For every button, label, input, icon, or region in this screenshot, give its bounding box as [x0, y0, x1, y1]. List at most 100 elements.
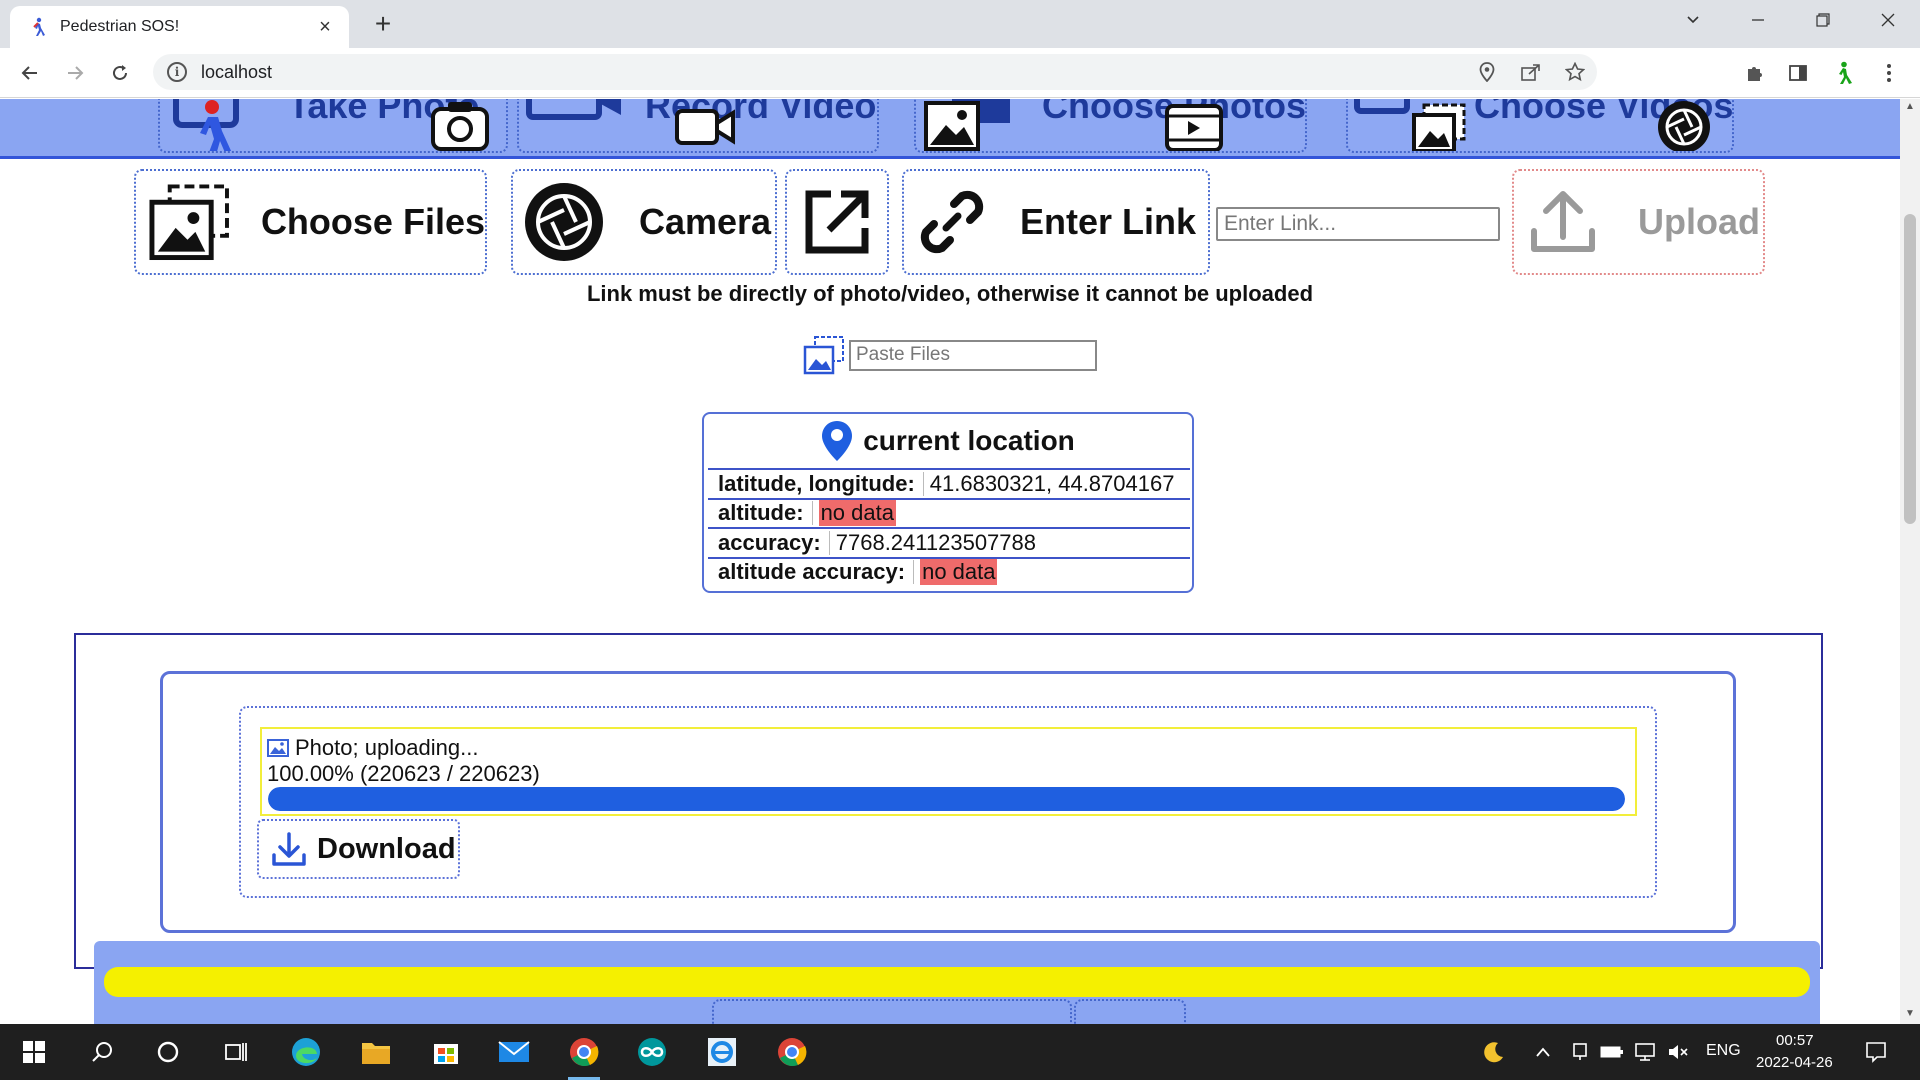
share-icon[interactable]: [1509, 63, 1553, 81]
location-row: altitude : no data: [708, 497, 1190, 528]
enter-link-label: Enter Link: [1020, 201, 1197, 242]
enter-link-button[interactable]: Enter Link: [902, 169, 1210, 275]
location-row: accuracy :7768.241123507788: [708, 527, 1190, 557]
link-chain-icon: [920, 190, 984, 254]
address-url: localhost: [201, 61, 273, 82]
pedestrian-icon: [33, 17, 45, 36]
cortana-icon[interactable]: [148, 1032, 188, 1072]
location-value-missing: no data: [920, 559, 998, 586]
download-label: Download: [317, 832, 456, 865]
tray-chevron-up-icon[interactable]: [1523, 1032, 1563, 1072]
location-row: latitude, longitude :41.6830321, 44.8704…: [708, 468, 1190, 498]
tab-search-icon[interactable]: [1673, 6, 1713, 36]
clock-time[interactable]: 00:57: [1776, 1032, 1814, 1049]
photo-icon: [267, 739, 289, 757]
choose-photos-button[interactable]: Choose Photos: [914, 99, 1307, 153]
upload-progress-text: 100.00% (220623 / 220623): [267, 761, 540, 786]
upload-status-box: Photo; uploading... 100.00% (220623 / 22…: [260, 727, 1637, 816]
open-external-button[interactable]: [785, 169, 889, 275]
microsoft-store-icon[interactable]: [426, 1032, 466, 1072]
language-indicator[interactable]: ENG: [1706, 1042, 1741, 1060]
camera-aperture-icon: [1658, 101, 1710, 151]
bookmark-star-icon[interactable]: [1553, 62, 1597, 82]
location-colon: :: [907, 470, 915, 496]
paste-files-input[interactable]: [849, 339, 1097, 371]
profile-pedestrian-icon[interactable]: [1828, 58, 1858, 88]
internet-explorer-icon[interactable]: [702, 1032, 742, 1072]
forward-button[interactable]: [60, 58, 90, 88]
task-view-icon[interactable]: [216, 1032, 256, 1072]
top-navigation-bar: Take Photo Record Video Choose Photos Ch…: [0, 99, 1900, 159]
gallery-icon: [1412, 103, 1466, 151]
upload-actions: Choose Files Camera Enter Link Enter Lin…: [0, 169, 1900, 275]
location-value: 41.6830321, 44.8704167: [929, 470, 1175, 496]
night-light-moon-icon[interactable]: [1474, 1032, 1514, 1072]
upload-icon: [1531, 191, 1595, 252]
upload-progress-bar: [268, 787, 1625, 811]
bottom-nav-button[interactable]: [1074, 999, 1186, 1024]
location-colon: :: [813, 529, 821, 555]
location-key: accuracy: [718, 529, 814, 555]
link-input[interactable]: [1216, 207, 1500, 241]
back-button[interactable]: [15, 58, 45, 88]
download-icon: [272, 832, 306, 866]
camera-icon: [431, 102, 489, 151]
choose-videos-button[interactable]: Choose Videos: [1346, 99, 1734, 153]
image-icon: [924, 99, 1010, 151]
edge-browser-icon[interactable]: [286, 1032, 326, 1072]
clock-date[interactable]: 2022-04-26: [1756, 1054, 1833, 1071]
scroll-up-arrow-icon[interactable]: ▲: [1900, 101, 1920, 117]
external-link-icon: [805, 190, 869, 254]
mail-icon[interactable]: [494, 1032, 534, 1072]
reload-button[interactable]: [105, 58, 135, 88]
arduino-icon[interactable]: [632, 1032, 672, 1072]
search-icon[interactable]: [82, 1032, 122, 1072]
windows-taskbar: ENG 00:57 2022-04-26: [0, 1024, 1920, 1080]
browser-menu-icon[interactable]: [1874, 58, 1904, 88]
close-window-button[interactable]: [1868, 6, 1908, 36]
file-explorer-icon[interactable]: [356, 1032, 396, 1072]
upload-status-line: Photo; uploading...: [267, 735, 478, 761]
minimize-button[interactable]: [1738, 6, 1778, 36]
film-play-icon: [1165, 104, 1223, 151]
download-button[interactable]: Download: [257, 819, 460, 879]
scroll-down-arrow-icon[interactable]: ▼: [1900, 1008, 1920, 1024]
location-pin-icon[interactable]: [1465, 62, 1509, 82]
page-scrollbar[interactable]: ▲ ▼: [1900, 99, 1920, 1024]
site-info-icon[interactable]: i: [167, 62, 187, 82]
location-value-missing: no data: [818, 500, 896, 527]
browser-tab[interactable]: Pedestrian SOS! ×: [10, 6, 349, 48]
upload-progress-fill: [268, 787, 1625, 811]
upload-button[interactable]: Upload: [1512, 169, 1765, 275]
location-title: current location: [704, 420, 1192, 462]
volume-muted-icon[interactable]: [1658, 1032, 1698, 1072]
close-tab-icon[interactable]: ×: [313, 16, 337, 39]
location-separator: [913, 560, 915, 585]
current-location-panel: current location latitude, longitude :41…: [702, 412, 1194, 593]
chrome-icon[interactable]: [772, 1032, 812, 1072]
link-hint: Link must be directly of photo/video, ot…: [586, 281, 1314, 306]
notifications-icon[interactable]: [1856, 1032, 1896, 1072]
restore-button[interactable]: [1803, 6, 1843, 36]
location-rows: latitude, longitude :41.6830321, 44.8704…: [708, 468, 1190, 586]
location-key: latitude, longitude: [718, 470, 908, 496]
take-photo-button[interactable]: Take Photo: [158, 99, 508, 153]
scrollbar-thumb[interactable]: [1904, 214, 1916, 524]
browser-toolbar: i localhost: [0, 48, 1920, 98]
browser-tabstrip: Pedestrian SOS! × +: [0, 0, 1920, 48]
screen-icon: [1354, 99, 1410, 114]
page-viewport: Take Photo Record Video Choose Photos Ch…: [0, 99, 1920, 1024]
camera-button[interactable]: Camera: [511, 169, 777, 275]
location-key: altitude: [718, 500, 797, 526]
windows-start-icon[interactable]: [14, 1032, 54, 1072]
choose-files-button[interactable]: Choose Files: [134, 169, 487, 275]
new-tab-button[interactable]: +: [368, 10, 398, 38]
bottom-nav-button[interactable]: [712, 999, 1072, 1024]
location-colon: :: [897, 559, 906, 585]
extensions-puzzle-icon[interactable]: [1740, 58, 1770, 88]
chrome-icon[interactable]: [564, 1032, 604, 1080]
address-bar[interactable]: i localhost: [153, 54, 1597, 90]
record-video-button[interactable]: Record Video: [517, 99, 879, 153]
gallery-icon: [149, 184, 229, 261]
side-panel-icon[interactable]: [1783, 58, 1813, 88]
